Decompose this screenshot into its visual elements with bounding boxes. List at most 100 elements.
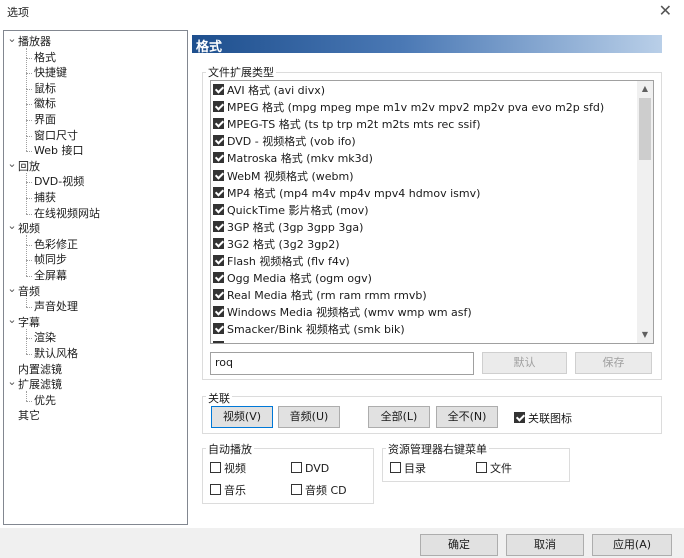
format-checkbox[interactable] xyxy=(213,323,224,335)
tree-item[interactable]: 渲染 xyxy=(34,330,56,345)
tree-item[interactable]: 格式 xyxy=(34,50,56,65)
tree-item[interactable]: 快捷键 xyxy=(34,65,67,80)
format-checkbox[interactable] xyxy=(213,118,224,130)
explorer-file-checkbox[interactable] xyxy=(476,462,487,473)
format-checkbox[interactable] xyxy=(213,306,224,318)
tree-item[interactable]: 界面 xyxy=(34,112,56,127)
apply-button[interactable]: 应用(A) xyxy=(592,534,672,556)
tree-category[interactable]: ⌄回放 xyxy=(6,156,40,174)
format-list-item[interactable]: 3GP 格式 (3gp 3gpp 3ga) xyxy=(213,219,363,236)
format-checkbox[interactable] xyxy=(213,272,224,284)
autoplay-audiocd-option[interactable]: 音频 CD xyxy=(291,483,347,498)
autoplay-video-checkbox[interactable] xyxy=(210,462,221,473)
tree-label: Web 接口 xyxy=(34,144,84,158)
tree-category[interactable]: 其它 xyxy=(6,408,40,423)
chevron-down-icon[interactable]: ⌄ xyxy=(6,218,18,233)
chevron-down-icon[interactable]: ⌄ xyxy=(6,156,18,171)
format-label: Ogg Media 格式 (ogm ogv) xyxy=(227,272,372,286)
options-tree[interactable]: ⌄播放器 格式 快捷键 鼠标 徽标界面窗口尺寸 Web 接口 ⌄回放 DVD-视频 捕获 在线视频… xyxy=(3,30,188,525)
format-checkbox[interactable] xyxy=(213,340,224,343)
assoc-none-button[interactable]: 全不(N) xyxy=(436,406,498,428)
format-checkbox[interactable] xyxy=(213,84,224,95)
scroll-down-icon[interactable]: ▼ xyxy=(637,327,653,343)
explorer-dir-checkbox[interactable] xyxy=(390,462,401,473)
tree-category[interactable]: ⌄字幕 xyxy=(6,312,40,330)
format-checkbox[interactable] xyxy=(213,220,224,232)
format-list-item[interactable]: Windows Media 视频格式 (wmv wmp wm asf) xyxy=(213,304,472,321)
tree-item[interactable]: 在线视频网站 xyxy=(34,206,100,221)
chevron-down-icon[interactable]: ⌄ xyxy=(6,312,18,327)
assoc-audio-button[interactable]: 音频(U) xyxy=(278,406,340,428)
tree-item[interactable]: 鼠标 xyxy=(34,81,56,96)
format-list-item[interactable]: Ogg Media 格式 (ogm ogv) xyxy=(213,270,372,287)
scrollbar[interactable]: ▲ ▼ xyxy=(637,81,653,343)
cancel-button[interactable]: 取消 xyxy=(506,534,584,556)
tree-item[interactable]: 徽标 xyxy=(34,96,56,111)
extension-input[interactable]: roq xyxy=(210,352,474,375)
format-checkbox[interactable] xyxy=(213,203,224,215)
tree-guide xyxy=(26,339,27,354)
explorer-file-option[interactable]: 文件 xyxy=(476,461,512,476)
format-list-item[interactable]: MPEG-TS 格式 (ts tp trp m2t m2ts mts rec s… xyxy=(213,116,481,133)
default-button[interactable]: 默认 xyxy=(482,352,567,374)
format-list[interactable]: ▲ ▼ AVI 格式 (avi divx) MPEG 格式 (mpg mpeg m… xyxy=(210,80,654,344)
autoplay-dvd-option[interactable]: DVD xyxy=(291,461,329,476)
tree-category[interactable]: ⌄音频 xyxy=(6,281,40,299)
tree-item[interactable]: 优先 xyxy=(34,393,56,408)
format-list-item[interactable]: 3G2 格式 (3g2 3gp2) xyxy=(213,236,340,253)
chevron-down-icon[interactable]: ⌄ xyxy=(6,281,18,296)
format-list-item[interactable]: Matroska 格式 (mkv mk3d) xyxy=(213,150,373,167)
tree-category[interactable]: ⌄视频 xyxy=(6,218,40,236)
tree-item[interactable]: 帧同步 xyxy=(34,252,67,267)
assoc-icon-checkbox[interactable] xyxy=(514,412,525,423)
assoc-all-button[interactable]: 全部(L) xyxy=(368,406,430,428)
autoplay-music-checkbox[interactable] xyxy=(210,484,221,495)
format-label: MPEG-TS 格式 (ts tp trp m2t m2ts mts rec s… xyxy=(227,118,481,132)
ok-button[interactable]: 确定 xyxy=(420,534,498,556)
format-list-item-partial[interactable] xyxy=(213,339,227,343)
tree-guide xyxy=(26,120,27,136)
format-checkbox[interactable] xyxy=(213,101,224,113)
format-checkbox[interactable] xyxy=(213,135,224,147)
close-icon[interactable]: ✕ xyxy=(659,1,672,20)
format-checkbox[interactable] xyxy=(213,186,224,198)
tree-item[interactable]: 声音处理 xyxy=(34,299,78,314)
format-checkbox[interactable] xyxy=(213,289,224,301)
tree-item[interactable]: 色彩修正 xyxy=(34,237,78,252)
save-button[interactable]: 保存 xyxy=(575,352,652,374)
format-checkbox[interactable] xyxy=(213,169,224,181)
tree-category[interactable]: ⌄扩展滤镜 xyxy=(6,374,62,392)
scroll-thumb[interactable] xyxy=(639,98,651,160)
assoc-icon-option[interactable]: 关联图标 xyxy=(514,411,572,426)
tree-item[interactable]: 窗口尺寸 xyxy=(34,128,78,143)
format-list-item[interactable]: QuickTime 影片格式 (mov) xyxy=(213,202,369,219)
format-list-item[interactable]: WebM 视频格式 (webm) xyxy=(213,168,354,185)
tree-item[interactable]: 捕获 xyxy=(34,190,56,205)
format-list-item[interactable]: Flash 视频格式 (flv f4v) xyxy=(213,253,350,270)
format-checkbox[interactable] xyxy=(213,152,224,164)
format-list-item[interactable]: Smacker/Bink 视频格式 (smk bik) xyxy=(213,321,405,338)
tree-label: 界面 xyxy=(34,113,56,126)
autoplay-audiocd-checkbox[interactable] xyxy=(291,484,302,495)
format-checkbox[interactable] xyxy=(213,237,224,249)
format-list-item[interactable]: MPEG 格式 (mpg mpeg mpe m1v m2v mpv2 mp2v … xyxy=(213,99,604,116)
tree-label: 渲染 xyxy=(34,331,56,345)
format-list-item[interactable]: AVI 格式 (avi divx) xyxy=(213,82,325,99)
autoplay-music-option[interactable]: 音乐 xyxy=(210,483,246,498)
chevron-down-icon[interactable]: ⌄ xyxy=(6,31,18,46)
explorer-dir-option[interactable]: 目录 xyxy=(390,461,426,476)
autoplay-dvd-checkbox[interactable] xyxy=(291,462,302,473)
chevron-down-icon[interactable]: ⌄ xyxy=(6,374,18,389)
assoc-video-button[interactable]: 视频(V) xyxy=(211,406,273,428)
format-checkbox[interactable] xyxy=(213,255,224,266)
tree-item[interactable]: DVD-视频 xyxy=(34,174,84,189)
autoplay-video-option[interactable]: 视频 xyxy=(210,461,246,476)
format-list-item[interactable]: Real Media 格式 (rm ram rmm rmvb) xyxy=(213,287,427,304)
tree-item[interactable]: Web 接口 xyxy=(34,143,83,158)
scroll-up-icon[interactable]: ▲ xyxy=(637,81,653,97)
tree-category[interactable]: ⌄播放器 xyxy=(6,31,51,49)
format-list-item[interactable]: DVD - 视频格式 (vob ifo) xyxy=(213,133,356,150)
tree-item[interactable]: 全屏幕 xyxy=(34,268,67,283)
format-list-item[interactable]: MP4 格式 (mp4 m4v mp4v mpv4 hdmov ismv) xyxy=(213,185,480,202)
tree-item[interactable]: 默认风格 xyxy=(34,346,78,361)
